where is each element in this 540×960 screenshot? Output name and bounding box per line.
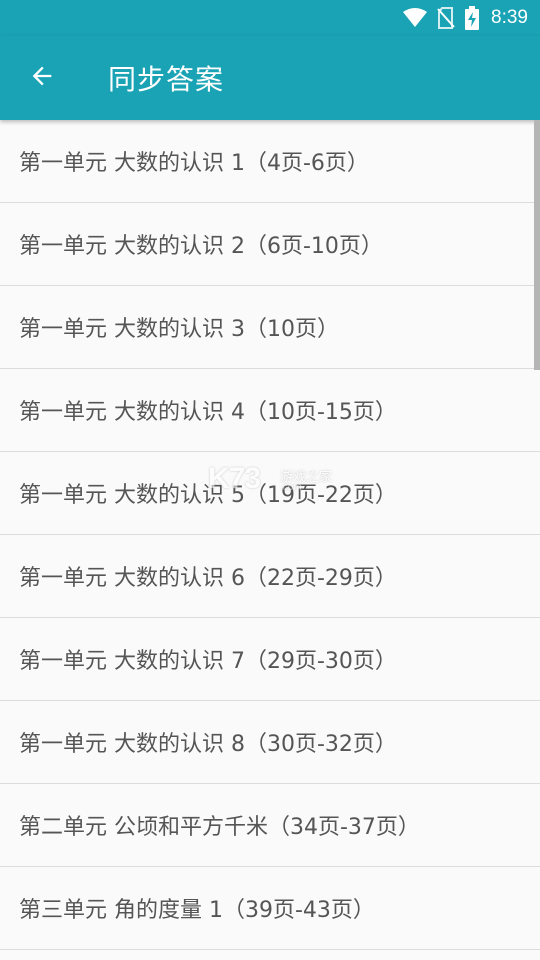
list-item[interactable]: 第一单元 大数的认识 5（19页-22页）: [0, 452, 540, 535]
answer-list: 第一单元 大数的认识 1（4页-6页） 第一单元 大数的认识 2（6页-10页）…: [0, 120, 540, 960]
arrow-left-icon: [28, 62, 56, 94]
list-item[interactable]: 第一单元 大数的认识 2（6页-10页）: [0, 203, 540, 286]
list-item[interactable]: 第一单元 大数的认识 7（29页-30页）: [0, 618, 540, 701]
list-item[interactable]: 第一单元 大数的认识 3（10页）: [0, 286, 540, 369]
list-item[interactable]: 第三单元 角的度量 1（39页-43页）: [0, 867, 540, 950]
back-button[interactable]: [0, 36, 84, 120]
scrollbar[interactable]: [534, 120, 540, 370]
no-sim-icon: [437, 7, 455, 29]
list-item[interactable]: 第一单元 大数的认识 4（10页-15页）: [0, 369, 540, 452]
list-item[interactable]: 第一单元 大数的认识 8（30页-32页）: [0, 701, 540, 784]
app-bar: 同步答案: [0, 36, 540, 120]
status-bar: 8:39: [0, 0, 540, 36]
list-item[interactable]: 第二单元 公顷和平方千米（34页-37页）: [0, 784, 540, 867]
battery-charging-icon: [465, 6, 480, 30]
status-time: 8:39: [491, 7, 528, 28]
list-item[interactable]: 第一单元 大数的认识 6（22页-29页）: [0, 535, 540, 618]
list-item[interactable]: 第一单元 大数的认识 1（4页-6页）: [0, 120, 540, 203]
wifi-icon: [403, 8, 428, 28]
page-title: 同步答案: [108, 63, 225, 96]
